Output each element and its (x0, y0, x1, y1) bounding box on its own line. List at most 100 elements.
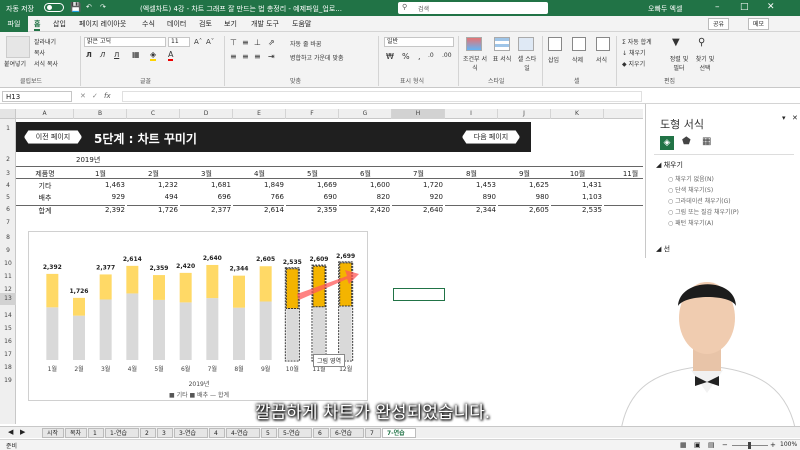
column-header[interactable]: G (339, 109, 392, 119)
redo-icon[interactable]: ↷ (100, 3, 106, 11)
row-header[interactable]: 5 (0, 194, 16, 201)
prev-page-button[interactable]: 이전 페이지 (24, 130, 82, 144)
column-header[interactable]: K (551, 109, 604, 119)
decimal-increase-icon[interactable]: .0 (428, 52, 434, 59)
row-header[interactable]: 6 (0, 206, 16, 213)
insert-cells-icon[interactable] (548, 37, 562, 51)
fill-color-icon[interactable]: ◈ (150, 50, 157, 61)
border-icon[interactable]: ▦ (132, 50, 140, 59)
table-cell[interactable]: 494 (127, 193, 178, 201)
sheet-tab[interactable]: 6-연습 (330, 428, 364, 438)
worksheet-grid[interactable]: 이전 페이지 5단계 : 차트 꾸미기 다음 페이지 2019년 제품명 1월 2월… (16, 119, 643, 424)
panel-close-icon[interactable]: ✕ (792, 114, 798, 122)
sheet-tab[interactable]: 5 (261, 428, 277, 438)
tab-home[interactable]: 홈 (34, 19, 41, 31)
row-header[interactable]: 14 (0, 312, 16, 319)
total-data-label[interactable]: 2,392 (43, 264, 62, 271)
font-grow-icon[interactable]: Aˆ (194, 38, 202, 46)
selected-cell[interactable] (393, 288, 445, 301)
line-section-toggle[interactable]: ◢ 선 (656, 244, 670, 254)
sheet-tab[interactable]: 7-연습 (382, 428, 416, 438)
align-left-icon[interactable]: ≡ (230, 52, 237, 61)
bar-etc[interactable] (206, 298, 219, 360)
bar-etc[interactable] (153, 299, 165, 360)
table-cell[interactable]: 1,726 (127, 205, 178, 214)
total-data-label[interactable]: 2,609 (310, 256, 329, 263)
panel-options-icon[interactable]: ▾ (782, 114, 786, 122)
next-sheet-icon[interactable]: ▶ (20, 428, 25, 436)
row-header[interactable]: 17 (0, 351, 16, 358)
total-data-label[interactable]: 2,359 (150, 265, 169, 272)
row-header[interactable]: 19 (0, 377, 16, 384)
table-cell[interactable]: 1,669 (286, 181, 337, 189)
table-cell[interactable]: 1,625 (498, 181, 549, 189)
tab-data[interactable]: 데이터 (167, 19, 186, 29)
tab-insert[interactable]: 삽입 (53, 19, 66, 29)
delete-cells-button[interactable]: 삭제 (572, 55, 583, 64)
total-data-label[interactable]: 2,344 (230, 266, 249, 273)
row-header-selected[interactable]: 13 (0, 293, 16, 305)
row-header[interactable]: 10 (0, 260, 16, 267)
sheet-tab[interactable]: 1 (88, 428, 104, 438)
format-cells-button[interactable]: 서식 (596, 55, 607, 64)
bar-cabbage[interactable] (126, 265, 139, 294)
column-header[interactable]: D (180, 109, 233, 119)
sheet-tab[interactable]: 시작 (42, 428, 64, 438)
find-select-icon[interactable]: ⚲ (698, 37, 705, 48)
fill-option[interactable]: ○ 그림 또는 질감 채우기(P) (668, 207, 739, 216)
zoom-slider[interactable] (732, 442, 768, 449)
table-cell[interactable]: 1,463 (74, 181, 125, 189)
minimize-icon[interactable]: – (715, 2, 720, 12)
x-tick-label[interactable]: 4월 (128, 365, 137, 373)
fill-option[interactable]: ○ 그라데이션 채우기(G) (668, 196, 731, 205)
table-cell[interactable]: 1,720 (392, 181, 443, 189)
conditional-format-button[interactable]: 조건부 서식 (462, 54, 488, 72)
bar-cabbage[interactable] (206, 264, 219, 299)
table-cell[interactable]: 2,614 (233, 205, 284, 214)
table-cell[interactable]: 1 (604, 181, 643, 189)
find-select-button[interactable]: 찾기 및 선택 (694, 54, 716, 72)
sheet-tab[interactable]: 3-연습 (174, 428, 208, 438)
align-middle-icon[interactable]: ≡ (242, 38, 249, 47)
row-header[interactable]: 1 (0, 125, 16, 132)
zoom-out-icon[interactable]: − (722, 441, 728, 449)
delete-cells-icon[interactable] (572, 37, 586, 51)
table-cell[interactable]: 합계 (16, 205, 74, 216)
sheet-tab[interactable]: 4-연습 (226, 428, 260, 438)
bar-etc[interactable] (233, 307, 245, 360)
column-header[interactable]: F (286, 109, 339, 119)
zoom-slider-thumb[interactable] (748, 442, 751, 449)
row-header[interactable]: 16 (0, 338, 16, 345)
total-data-label[interactable]: 2,377 (96, 264, 115, 271)
font-size-select[interactable]: 11 (168, 37, 190, 47)
table-cell[interactable]: 920 (392, 193, 443, 201)
fill-button[interactable]: ↓ 채우기 (622, 48, 646, 57)
table-cell[interactable]: 766 (233, 193, 284, 201)
comments-button[interactable]: 메모 (748, 18, 770, 30)
insert-cells-button[interactable]: 삽입 (548, 55, 559, 64)
bar-cabbage[interactable] (179, 272, 192, 303)
row-header[interactable]: 2 (0, 156, 16, 163)
row-header[interactable]: 15 (0, 325, 16, 332)
prev-sheet-icon[interactable]: ◀ (8, 428, 13, 436)
column-header[interactable]: A (16, 109, 74, 119)
bar-cabbage[interactable] (73, 297, 85, 316)
bar-etc[interactable] (313, 306, 325, 360)
table-cell[interactable]: 배추 (16, 193, 74, 203)
chart-area[interactable]: 2,392 1월 1,726 2월 2,377 3월 2,614 4월 2,359 5월 2,420… (28, 231, 368, 401)
align-top-icon[interactable]: ⊤ (230, 38, 237, 47)
row-header[interactable]: 4 (0, 182, 16, 189)
number-format-select[interactable]: 일반 (384, 37, 454, 47)
column-header[interactable]: B (74, 109, 127, 119)
tab-developer[interactable]: 개발 도구 (251, 19, 279, 29)
total-data-label[interactable]: 2,699 (336, 253, 355, 260)
page-break-view-icon[interactable]: ▤ (708, 441, 715, 449)
bar-cabbage[interactable] (99, 274, 112, 300)
row-header[interactable]: 3 (0, 170, 16, 177)
row-header[interactable]: 11 (0, 273, 16, 280)
name-box[interactable]: H13 (2, 91, 72, 102)
sheet-tab[interactable]: 4 (209, 428, 225, 438)
sort-filter-icon[interactable]: ▼ (672, 37, 680, 48)
autosum-button[interactable]: Σ 자동 합계 (622, 37, 652, 46)
table-cell[interactable]: 2,359 (286, 205, 337, 214)
